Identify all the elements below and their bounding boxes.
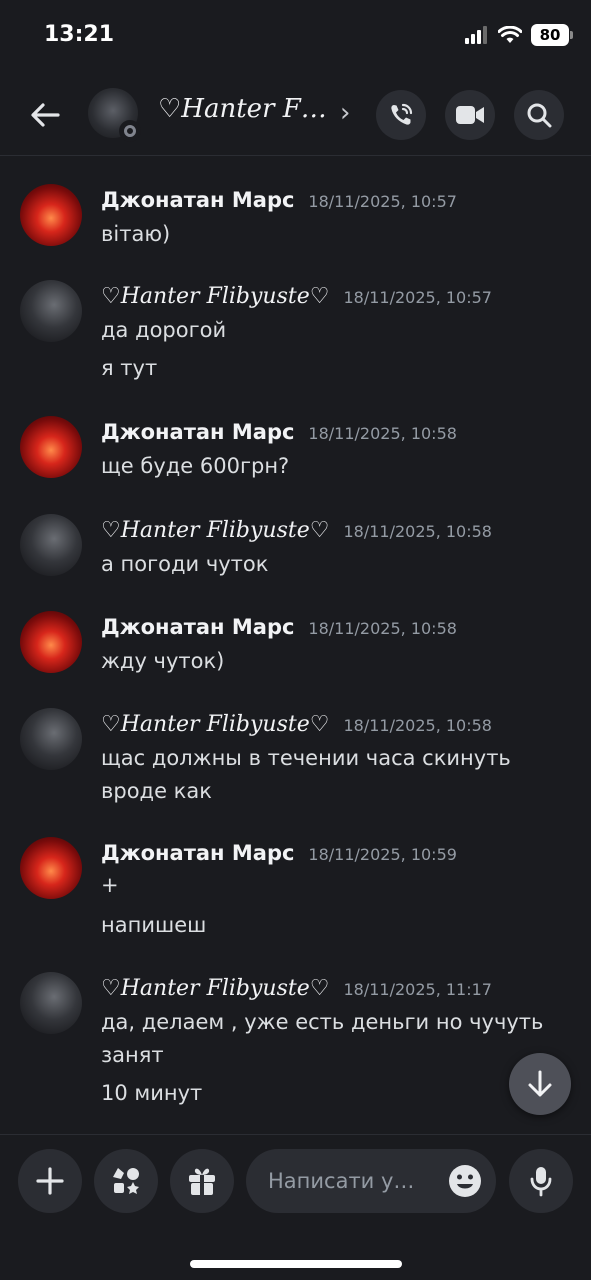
search-icon: [527, 103, 552, 128]
message-header: ♡Hanter Flibyuste♡ 18/11/2025, 10:57: [101, 284, 492, 309]
author-name[interactable]: ♡Hanter Flibyuste♡: [101, 976, 329, 1001]
message-header: ♡Hanter Flibyuste♡ 18/11/2025, 10:58: [101, 712, 492, 737]
arrow-left-icon: [31, 103, 60, 127]
message-text: занят: [101, 1043, 164, 1067]
video-camera-icon: [456, 106, 484, 124]
message-text: я тут: [101, 356, 158, 380]
apps-icon: [113, 1168, 139, 1194]
message-input-placeholder: Написати у…: [268, 1169, 415, 1193]
message-header: ♡Hanter Flibyuste♡ 18/11/2025, 10:58: [101, 518, 492, 543]
user-avatar[interactable]: [20, 837, 82, 899]
message-timestamp: 18/11/2025, 10:58: [343, 716, 492, 735]
signal-icon: [465, 26, 487, 44]
battery-icon: 80: [531, 24, 573, 46]
arrow-down-icon: [528, 1070, 552, 1097]
message-text: 10 минут: [101, 1081, 203, 1105]
apps-button[interactable]: [94, 1149, 158, 1213]
home-indicator: [190, 1260, 402, 1268]
user-avatar[interactable]: [20, 184, 82, 246]
message-timestamp: 18/11/2025, 10:58: [308, 424, 457, 443]
emoji-icon[interactable]: [448, 1164, 482, 1198]
message-composer: Написати у…: [0, 1134, 591, 1280]
message-input[interactable]: Написати у…: [246, 1149, 496, 1213]
message-timestamp: 18/11/2025, 11:17: [343, 980, 492, 999]
message-timestamp: 18/11/2025, 10:58: [343, 522, 492, 541]
voice-message-button[interactable]: [509, 1149, 573, 1213]
video-call-button[interactable]: [445, 90, 495, 140]
user-avatar[interactable]: [20, 611, 82, 673]
chat-header: ♡Hanter F… ›: [0, 78, 591, 156]
user-avatar[interactable]: [20, 972, 82, 1034]
author-name[interactable]: Джонатан Марс: [101, 188, 294, 212]
message-text: жду чуток): [101, 649, 225, 673]
message-list[interactable]: Джонатан Марс 18/11/2025, 10:57 вітаю) ♡…: [0, 176, 591, 1126]
message-timestamp: 18/11/2025, 10:59: [308, 845, 457, 864]
add-attachment-button[interactable]: [18, 1149, 82, 1213]
message-timestamp: 18/11/2025, 10:57: [308, 192, 457, 211]
gift-button[interactable]: [170, 1149, 234, 1213]
message-text: напишеш: [101, 913, 207, 937]
message-header: ♡Hanter Flibyuste♡ 18/11/2025, 11:17: [101, 976, 492, 1001]
status-time: 13:21: [44, 22, 115, 47]
author-name[interactable]: Джонатан Марс: [101, 615, 294, 639]
microphone-icon: [530, 1167, 552, 1197]
back-button[interactable]: [22, 92, 68, 138]
message-text: щас должны в течении часа скинуть: [101, 746, 511, 770]
message-header: Джонатан Марс 18/11/2025, 10:57: [101, 188, 457, 212]
message-timestamp: 18/11/2025, 10:57: [343, 288, 492, 307]
status-bar: 13:21 80: [0, 0, 591, 70]
message-text: а погоди чуток: [101, 552, 269, 576]
user-avatar[interactable]: [20, 514, 82, 576]
chevron-right-icon[interactable]: ›: [340, 98, 350, 128]
search-button[interactable]: [514, 90, 564, 140]
message-header: Джонатан Марс 18/11/2025, 10:58: [101, 420, 457, 444]
message-text: +: [101, 873, 119, 897]
gift-icon: [189, 1168, 215, 1195]
message-header: Джонатан Марс 18/11/2025, 10:59: [101, 841, 457, 865]
author-name[interactable]: Джонатан Марс: [101, 841, 294, 865]
author-name[interactable]: Джонатан Марс: [101, 420, 294, 444]
message-text: вітаю): [101, 222, 171, 246]
chat-title[interactable]: ♡Hanter F…: [158, 94, 338, 124]
status-icons: 80: [465, 24, 573, 46]
author-name[interactable]: ♡Hanter Flibyuste♡: [101, 284, 329, 309]
user-avatar[interactable]: [20, 280, 82, 342]
phone-call-icon: [391, 103, 413, 125]
plus-icon: [36, 1167, 64, 1195]
wifi-icon: [498, 26, 522, 43]
author-name[interactable]: ♡Hanter Flibyuste♡: [101, 518, 329, 543]
offline-status-icon: [119, 120, 141, 142]
scroll-to-bottom-button[interactable]: [509, 1053, 571, 1115]
battery-level: 80: [539, 26, 561, 44]
message-text: да, делаем , уже есть деньги но чучуть: [101, 1010, 544, 1034]
message-timestamp: 18/11/2025, 10:58: [308, 619, 457, 638]
author-name[interactable]: ♡Hanter Flibyuste♡: [101, 712, 329, 737]
call-button[interactable]: [376, 90, 426, 140]
user-avatar[interactable]: [20, 708, 82, 770]
message-header: Джонатан Марс 18/11/2025, 10:58: [101, 615, 457, 639]
message-text: да дорогой: [101, 318, 227, 342]
message-text: ще буде 600грн?: [101, 454, 290, 478]
message-text: вроде как: [101, 779, 212, 803]
user-avatar[interactable]: [20, 416, 82, 478]
